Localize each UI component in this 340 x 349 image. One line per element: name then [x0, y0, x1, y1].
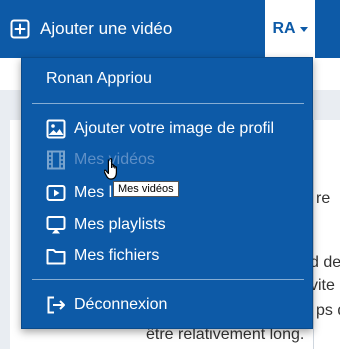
menu-item-label: Mes playlists: [74, 216, 166, 233]
tooltip: Mes vidéos: [113, 181, 179, 197]
page-divider: [313, 120, 314, 349]
background-text: d de: [310, 254, 340, 271]
menu-item-label: Mes fichiers: [74, 247, 160, 264]
menu-item-add-profile-image[interactable]: Ajouter votre image de profil: [46, 116, 274, 142]
menu-item-logout[interactable]: Déconnexion: [46, 292, 167, 318]
menu-username: Ronan Appriou: [46, 70, 152, 87]
add-video-button[interactable]: Ajouter une vidéo: [10, 16, 172, 42]
film-icon: [47, 150, 65, 170]
menu-divider: [32, 103, 304, 104]
cast-icon: [46, 216, 66, 234]
logout-icon: [47, 296, 65, 314]
background-text: ps d: [316, 302, 340, 319]
play-screen-icon: [46, 185, 66, 201]
caret-down-icon: [299, 26, 308, 32]
folder-icon: [46, 249, 66, 265]
user-menu-button[interactable]: RA: [265, 0, 315, 58]
background-text: vite: [310, 277, 335, 294]
menu-item-label: Ajouter votre image de profil: [74, 120, 275, 137]
user-initials: RA: [272, 20, 296, 37]
menu-item-my-files[interactable]: Mes fichiers: [46, 243, 159, 269]
top-bar: Ajouter une vidéo RA: [0, 0, 340, 58]
menu-item-my-videos[interactable]: Mes vidéos: [46, 147, 155, 173]
background-text: re: [316, 190, 331, 207]
page-left-gutter: [0, 120, 10, 349]
logout-label: Déconnexion: [74, 296, 168, 313]
menu-divider: [32, 279, 304, 280]
plus-square-icon: [10, 19, 30, 39]
add-video-label: Ajouter une vidéo: [40, 19, 173, 38]
hand-cursor-icon: [104, 158, 117, 180]
menu-item-my-playlists[interactable]: Mes playlists: [46, 212, 166, 238]
image-icon: [46, 119, 66, 139]
